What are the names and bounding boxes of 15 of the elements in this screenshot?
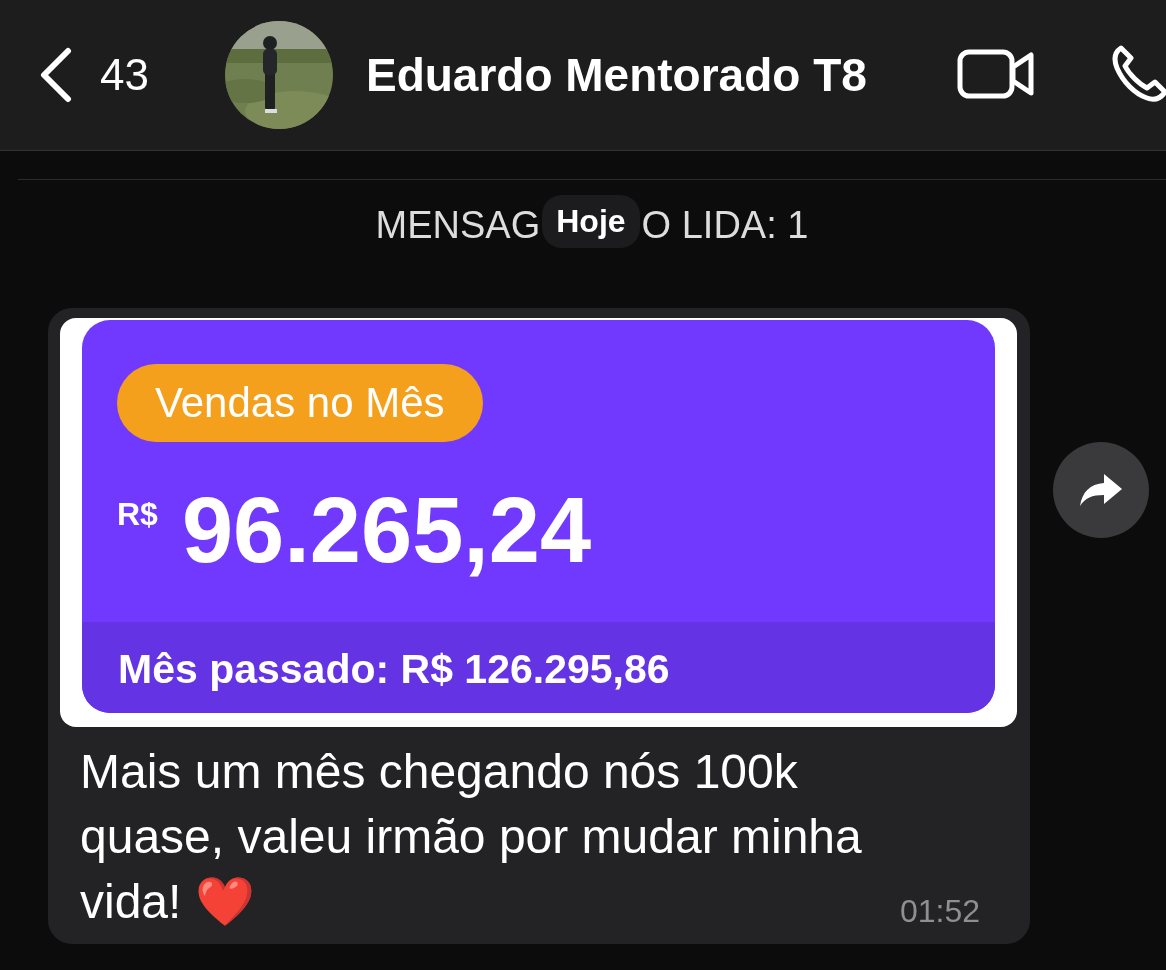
forward-arrow-icon	[1078, 472, 1124, 508]
chevron-left-icon	[38, 47, 72, 103]
image-frame[interactable]: Vendas no Mês R$ 96.265,24 Mês passado: R$ 126.295,86	[60, 318, 1017, 727]
sales-amount: 96.265,24	[181, 482, 592, 578]
date-chip: Hoje	[542, 194, 640, 248]
currency-label: R$	[117, 496, 158, 533]
last-month-total: Mês passado: R$ 126.295,86	[82, 622, 995, 713]
video-call-icon[interactable]	[956, 48, 1035, 102]
contact-name: Eduardo Mentorado T8	[365, 48, 867, 102]
unread-label: MENSAG	[375, 203, 541, 247]
unread-label: O LIDA: 1	[641, 203, 809, 247]
message-text: Mais um mês chegando nós 100k quase, valeu irmão por mudar minha vida! ❤	[80, 744, 863, 930]
message-time: 01:52	[900, 893, 981, 930]
sales-badge: Vendas no Mês	[117, 364, 483, 442]
back-button[interactable]: 43	[38, 47, 149, 103]
